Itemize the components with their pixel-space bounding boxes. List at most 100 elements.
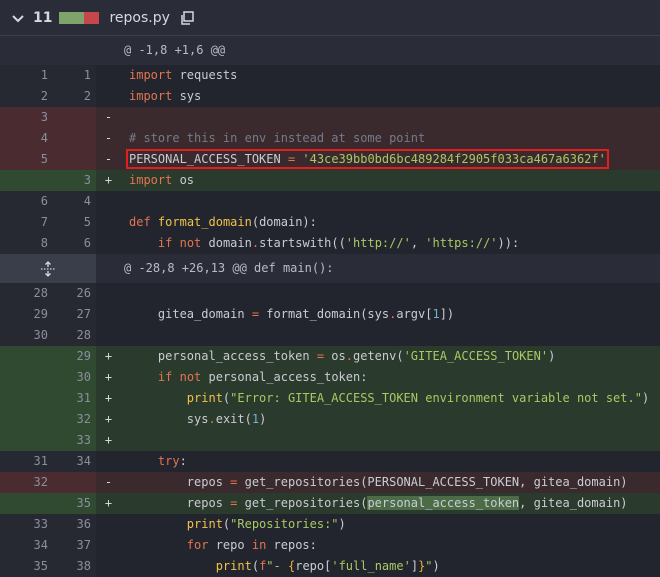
old-line-number: 6 [40, 194, 48, 208]
old-line-number: 28 [33, 286, 48, 300]
old-line-number: 31 [33, 454, 48, 468]
code-line: personal_access_token = os.getenv('GITEA… [129, 349, 556, 363]
diff-line-deleted: 3- [0, 107, 660, 128]
diff-sign [96, 535, 121, 556]
diff-sign: + [104, 433, 113, 447]
code-line: sys.exit(1) [129, 412, 267, 426]
old-line-number [0, 170, 48, 191]
new-line-number: 26 [76, 286, 91, 300]
old-line-number: 2 [40, 89, 48, 103]
diff-sign [96, 325, 121, 346]
file-name[interactable]: repos.py [109, 10, 169, 26]
new-line-number: 28 [76, 328, 91, 342]
diff-sign: + [104, 391, 113, 405]
old-line-number: 1 [40, 68, 48, 82]
code-line: if not personal_access_token: [157, 370, 368, 384]
new-line-number [48, 107, 91, 128]
new-line-number: 5 [83, 215, 91, 229]
diff-sign [96, 65, 121, 86]
diff-line-added: 31 + print("Error: GITEA_ACCESS_TOKEN env… [0, 388, 660, 409]
diff-line-deleted: 32 - repos = get_repositories(PERSONAL_AC… [0, 472, 660, 493]
old-line-number: 7 [40, 215, 48, 229]
diff-sign [96, 212, 121, 233]
old-line-number [0, 430, 48, 451]
old-line-number: 5 [40, 152, 48, 166]
diff-stat-bar [59, 11, 100, 24]
new-line-number: 33 [76, 433, 91, 447]
new-line-number: 29 [76, 349, 91, 363]
diff-line-deleted: 4 - # store this in env instead at some po… [0, 128, 660, 149]
diff-line-added: 33 + [0, 430, 660, 451]
diff-line-deleted: 5 - PERSONAL_ACCESS_TOKEN = '43ce39bb0bd6b… [0, 149, 660, 170]
code-line: print("Error: GITEA_ACCESS_TOKEN environ… [186, 391, 650, 405]
new-line-number [48, 472, 91, 493]
diff-line-added: 30 + if not personal_access_token: [0, 367, 660, 388]
old-line-number [0, 367, 48, 388]
new-line-number: 35 [76, 496, 91, 510]
old-line-number: 34 [33, 538, 48, 552]
old-line-number: 8 [40, 236, 48, 250]
old-line-number: 32 [33, 475, 48, 489]
diff-line: 29 27 gitea_domain = format_domain(sys.ar… [0, 304, 660, 325]
diff-sign: + [104, 173, 113, 187]
old-line-number: 3 [40, 110, 48, 124]
old-line-number [0, 409, 48, 430]
diff-stat-del [84, 11, 100, 24]
code-line: import sys [129, 89, 202, 103]
diff-sign [96, 191, 121, 212]
diff-sign [96, 233, 121, 254]
unfold-icon [41, 260, 55, 277]
new-line-number [48, 149, 91, 170]
new-line-number: 4 [83, 194, 91, 208]
diff-line: 64 [0, 191, 660, 212]
hunk-header: @ -1,8 +1,6 @@ [0, 36, 660, 65]
diff-sign: - [104, 152, 113, 166]
code-line: repos = get_repositories(PERSONAL_ACCESS… [129, 475, 628, 489]
diff-sign: - [104, 131, 113, 145]
old-line-number: 35 [33, 559, 48, 573]
diff-sign [96, 514, 121, 535]
diff-line: 1 1 import requests [0, 65, 660, 86]
diff-line: 35 38 print(f"- {repo['full_name']}") [0, 556, 660, 577]
changes-count: 11 [33, 9, 53, 26]
new-line-number: 1 [83, 68, 91, 82]
diff-line: 2 2 import sys [0, 86, 660, 107]
hunk-header-text: @ -28,8 +26,13 @@ def main(): [124, 261, 334, 275]
code-line: def format_domain(domain): [129, 215, 317, 229]
diff-line: 7 5 def format_domain(domain): [0, 212, 660, 233]
copy-icon[interactable] [179, 10, 195, 26]
diff-sign: + [104, 349, 113, 363]
file-header: 11 repos.py [0, 0, 660, 36]
diff-line-added: 29 + personal_access_token = os.getenv('G… [0, 346, 660, 367]
diff-line: 28 26 [0, 283, 660, 304]
code-line: print(f"- {repo['full_name']}") [215, 559, 440, 573]
new-line-number: 2 [83, 89, 91, 103]
code-line: gitea_domain = format_domain(sys.argv[1]… [129, 307, 455, 321]
expand-lines-button[interactable] [0, 254, 96, 283]
new-line-number: 34 [76, 454, 91, 468]
old-line-number: 29 [33, 307, 48, 321]
new-line-number: 38 [76, 559, 91, 573]
diff-sign: + [104, 496, 113, 510]
new-line-number [48, 128, 91, 149]
diff-sign: + [104, 412, 113, 426]
hunk-header: @ -28,8 +26,13 @@ def main(): [0, 254, 660, 283]
diff-sign: - [104, 110, 113, 124]
code-line: # store this in env instead at some poin… [129, 131, 426, 145]
chevron-down-icon[interactable] [10, 10, 26, 26]
diff-stat-add [59, 11, 85, 24]
diff-line: 8 6 if not domain.startswith(('http://', … [0, 233, 660, 254]
code-line: try: [157, 454, 187, 468]
diff-sign: + [104, 370, 113, 384]
code-line: print("Repositories:") [186, 517, 346, 531]
hunk-gutter [0, 36, 96, 65]
diff-line-added: 32 + sys.exit(1) [0, 409, 660, 430]
old-line-number: 33 [33, 517, 48, 531]
new-line-number: 6 [83, 236, 91, 250]
code-line: for repo in repos: [186, 538, 317, 552]
diff-sign [96, 304, 121, 325]
